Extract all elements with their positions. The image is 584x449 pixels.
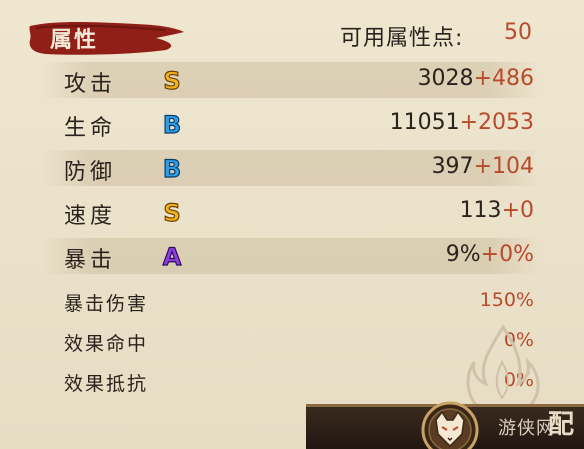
substat-value: 150% xyxy=(479,289,534,311)
available-points-label: 可用属性点: xyxy=(340,26,464,51)
stat-label: 攻击 xyxy=(64,72,117,97)
stat-value: 9%+0% xyxy=(446,242,534,267)
stat-value: 113+0 xyxy=(460,198,534,223)
substat-label: 暴击伤害 xyxy=(64,293,149,315)
attribute-title: 属性 xyxy=(50,28,99,53)
svg-text:S: S xyxy=(163,67,180,94)
stat-base-value: 3028 xyxy=(417,66,474,91)
stat-base-value: 397 xyxy=(431,154,474,179)
svg-text:A: A xyxy=(163,243,182,270)
stat-row-attack: 攻击 S 3028+486 xyxy=(42,62,540,98)
available-points-value: 50 xyxy=(504,20,532,45)
stat-row-defense: 防御 B 397+104 xyxy=(42,150,540,186)
stat-label: 生命 xyxy=(64,116,117,141)
watermark-text: 游侠网 xyxy=(498,418,555,439)
stat-base-value: 11051 xyxy=(389,110,460,135)
stat-value: 11051+2053 xyxy=(390,110,534,135)
stat-value: 397+104 xyxy=(432,154,534,179)
substat-label: 效果抵抗 xyxy=(64,373,149,395)
stat-bonus-value: +486 xyxy=(473,66,534,91)
stat-row-health: 生命 B 11051+2053 xyxy=(42,106,540,142)
stat-bonus-value: +104 xyxy=(473,154,534,179)
grade-a-icon: A xyxy=(162,242,182,270)
stat-label: 暴击 xyxy=(64,248,117,273)
stat-base-value: 9% xyxy=(445,242,481,267)
grade-s-icon: S xyxy=(163,198,181,226)
substat-label: 效果命中 xyxy=(64,333,149,355)
attribute-panel: 属性 可用属性点: 50 攻击 S 3028+486 生命 B 11051+20… xyxy=(0,0,584,449)
stat-base-value: 113 xyxy=(459,198,502,223)
stat-label: 防御 xyxy=(64,160,117,185)
grade-b-icon: B xyxy=(162,154,181,182)
substat-row-crit-damage: 暴击伤害 150% xyxy=(42,286,540,316)
grade-s-icon: S xyxy=(163,66,181,94)
fox-mask-icon[interactable] xyxy=(420,400,480,449)
stat-row-speed: 速度 S 113+0 xyxy=(42,194,540,230)
stat-bonus-value: +0 xyxy=(501,198,534,223)
svg-text:S: S xyxy=(163,199,180,226)
svg-text:B: B xyxy=(163,155,181,182)
grade-b-icon: B xyxy=(162,110,181,138)
stat-label: 速度 xyxy=(64,204,117,229)
attribute-header: 属性 可用属性点: 50 xyxy=(0,0,584,60)
corner-glyph: 配 xyxy=(548,410,575,440)
stat-bonus-value: +0% xyxy=(480,242,534,267)
stat-value: 3028+486 xyxy=(418,66,534,91)
stat-bonus-value: +2053 xyxy=(459,110,534,135)
stat-row-crit: 暴击 A 9%+0% xyxy=(42,238,540,274)
svg-text:B: B xyxy=(163,111,181,138)
